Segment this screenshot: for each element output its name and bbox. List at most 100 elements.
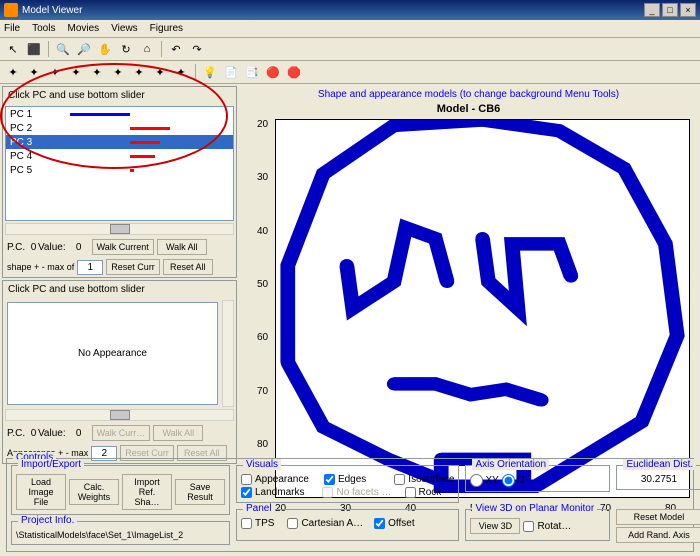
pc-row[interactable]: PC 1: [6, 107, 233, 121]
xy-label: XY: [485, 475, 498, 486]
xy-radio[interactable]: [470, 474, 483, 487]
menu-movies[interactable]: Movies: [67, 23, 99, 34]
import-ref-button[interactable]: Import Ref. Sha…: [122, 474, 172, 510]
load-image-button[interactable]: Load Image File: [16, 474, 66, 510]
menu-file[interactable]: File: [4, 23, 20, 34]
pc-value: 0: [31, 242, 37, 253]
tool-9-icon[interactable]: ✦: [172, 63, 190, 81]
pointer-icon[interactable]: ↖: [4, 40, 22, 58]
value-value: 0: [69, 242, 89, 253]
shape-label: shape + - max of: [7, 262, 74, 272]
walk-all-button[interactable]: Walk All: [157, 239, 207, 255]
record-icon[interactable]: 🔴: [264, 63, 282, 81]
docs-icon[interactable]: 📑: [243, 63, 261, 81]
panel-group: Panel TPS Cartesian A… Offset: [236, 509, 459, 541]
pc-panel-title: Click PC and use bottom slider: [3, 87, 236, 104]
pc-row[interactable]: PC 3: [6, 135, 233, 149]
window-titlebar: Model Viewer _ □ ×: [0, 0, 700, 20]
appearance-checkbox[interactable]: [241, 474, 252, 485]
view3d-button[interactable]: View 3D: [470, 518, 520, 534]
doc-icon[interactable]: 📄: [222, 63, 240, 81]
add-rand-axis-button[interactable]: Add Rand. Axis: [616, 527, 700, 543]
panel-title: Panel: [243, 503, 275, 514]
pc-list[interactable]: PC 1PC 2PC 3PC 4PC 5: [5, 106, 234, 221]
close-button[interactable]: ×: [680, 3, 696, 17]
tool-4-icon[interactable]: ✦: [67, 63, 85, 81]
import-export-title: Import/Export: [18, 459, 84, 470]
tool-2-icon[interactable]: ✦: [25, 63, 43, 81]
pc-slider[interactable]: [5, 223, 234, 235]
tool-1-icon[interactable]: ✦: [4, 63, 22, 81]
view3d-title: View 3D on Planar Monitor: [472, 503, 597, 514]
appearance-label: Appearance: [255, 474, 309, 485]
edges-checkbox[interactable]: [324, 474, 335, 485]
reset-all-button[interactable]: Reset All: [163, 259, 213, 275]
rotat-checkbox[interactable]: [523, 521, 534, 532]
cartesian-checkbox[interactable]: [287, 518, 298, 529]
tool-7-icon[interactable]: ✦: [130, 63, 148, 81]
rotate-icon[interactable]: ↻: [117, 40, 135, 58]
app-vscroll[interactable]: [222, 300, 234, 407]
pc-row[interactable]: PC 5: [6, 163, 233, 177]
stop-icon[interactable]: 🛑: [285, 63, 303, 81]
app-value-label: Value:: [38, 428, 66, 439]
zoom-in-icon[interactable]: 🔍: [54, 40, 72, 58]
visuals-group: Visuals Appearance Edges Isosurface Land…: [236, 465, 459, 503]
axis-orient-title: Axis Orientation: [472, 459, 549, 470]
menu-views[interactable]: Views: [111, 23, 138, 34]
shape-max-input[interactable]: [77, 260, 103, 275]
undo-icon[interactable]: ↶: [167, 40, 185, 58]
zoom-box-icon[interactable]: ⬛: [25, 40, 43, 58]
isosurface-label: Isosurface: [408, 474, 454, 485]
app-walk-curr-button[interactable]: Walk Curr…: [92, 425, 151, 441]
rock-checkbox[interactable]: [405, 487, 416, 498]
no-appearance-box: No Appearance: [7, 302, 218, 405]
pan-icon[interactable]: ✋: [96, 40, 114, 58]
appearance-panel: Click PC and use bottom slider No Appear…: [2, 280, 237, 464]
axis-orientation-group: Axis Orientation XY IJ: [465, 465, 610, 492]
app-slider[interactable]: [5, 409, 234, 421]
nofacets-checkbox: [322, 487, 333, 498]
menu-figures[interactable]: Figures: [150, 23, 183, 34]
toolbar-2: ✦ ✦ ✦ ✦ ✦ ✦ ✦ ✦ ✦ 💡 📄 📑 🔴 🛑: [0, 61, 700, 84]
pc-row[interactable]: PC 4: [6, 149, 233, 163]
calc-weights-button[interactable]: Calc. Weights: [69, 479, 119, 505]
euclidean-value: 30.2751: [641, 474, 677, 485]
tool-6-icon[interactable]: ✦: [109, 63, 127, 81]
isosurface-checkbox[interactable]: [394, 474, 405, 485]
menu-tools[interactable]: Tools: [32, 23, 55, 34]
pc-row[interactable]: PC 2: [6, 121, 233, 135]
window-title: Model Viewer: [22, 5, 82, 16]
ij-radio[interactable]: [502, 474, 515, 487]
save-result-button[interactable]: Save Result: [175, 479, 225, 505]
project-path: \StatisticalModels\face\Set_1\ImageList_…: [16, 530, 183, 540]
maximize-button[interactable]: □: [662, 3, 678, 17]
chart-title: Model - CB6: [239, 103, 698, 115]
tool-3-icon[interactable]: ✦: [46, 63, 64, 81]
offset-checkbox[interactable]: [374, 518, 385, 529]
cartesian-label: Cartesian A…: [301, 518, 363, 529]
pc-label: P.C.: [7, 242, 25, 253]
walk-current-button[interactable]: Walk Current: [92, 239, 154, 255]
minimize-button[interactable]: _: [644, 3, 660, 17]
view3d-group: View 3D on Planar Monitor View 3D Rotat…: [465, 509, 610, 541]
menu-bar: File Tools Movies Views Figures: [0, 20, 700, 38]
bulb-icon[interactable]: 💡: [201, 63, 219, 81]
app-walk-all-button[interactable]: Walk All: [153, 425, 203, 441]
euclidean-title: Euclidean Dist.: [623, 459, 696, 470]
tps-label: TPS: [255, 518, 274, 529]
reset-curr-button[interactable]: Reset Curr: [106, 259, 160, 275]
chart-link[interactable]: Shape and appearance models (to change b…: [239, 86, 698, 103]
home-icon[interactable]: ⌂: [138, 40, 156, 58]
landmarks-checkbox[interactable]: [241, 487, 252, 498]
tps-checkbox[interactable]: [241, 518, 252, 529]
edges-label: Edges: [338, 474, 366, 485]
project-info-group: Project Info. \StatisticalModels\face\Se…: [11, 521, 230, 545]
tool-8-icon[interactable]: ✦: [151, 63, 169, 81]
tool-5-icon[interactable]: ✦: [88, 63, 106, 81]
app-icon: [4, 3, 18, 17]
zoom-out-icon[interactable]: 🔎: [75, 40, 93, 58]
toolbar-1: ↖ ⬛ 🔍 🔎 ✋ ↻ ⌂ ↶ ↷: [0, 38, 700, 61]
reset-model-button[interactable]: Reset Model: [616, 509, 700, 525]
redo-icon[interactable]: ↷: [188, 40, 206, 58]
